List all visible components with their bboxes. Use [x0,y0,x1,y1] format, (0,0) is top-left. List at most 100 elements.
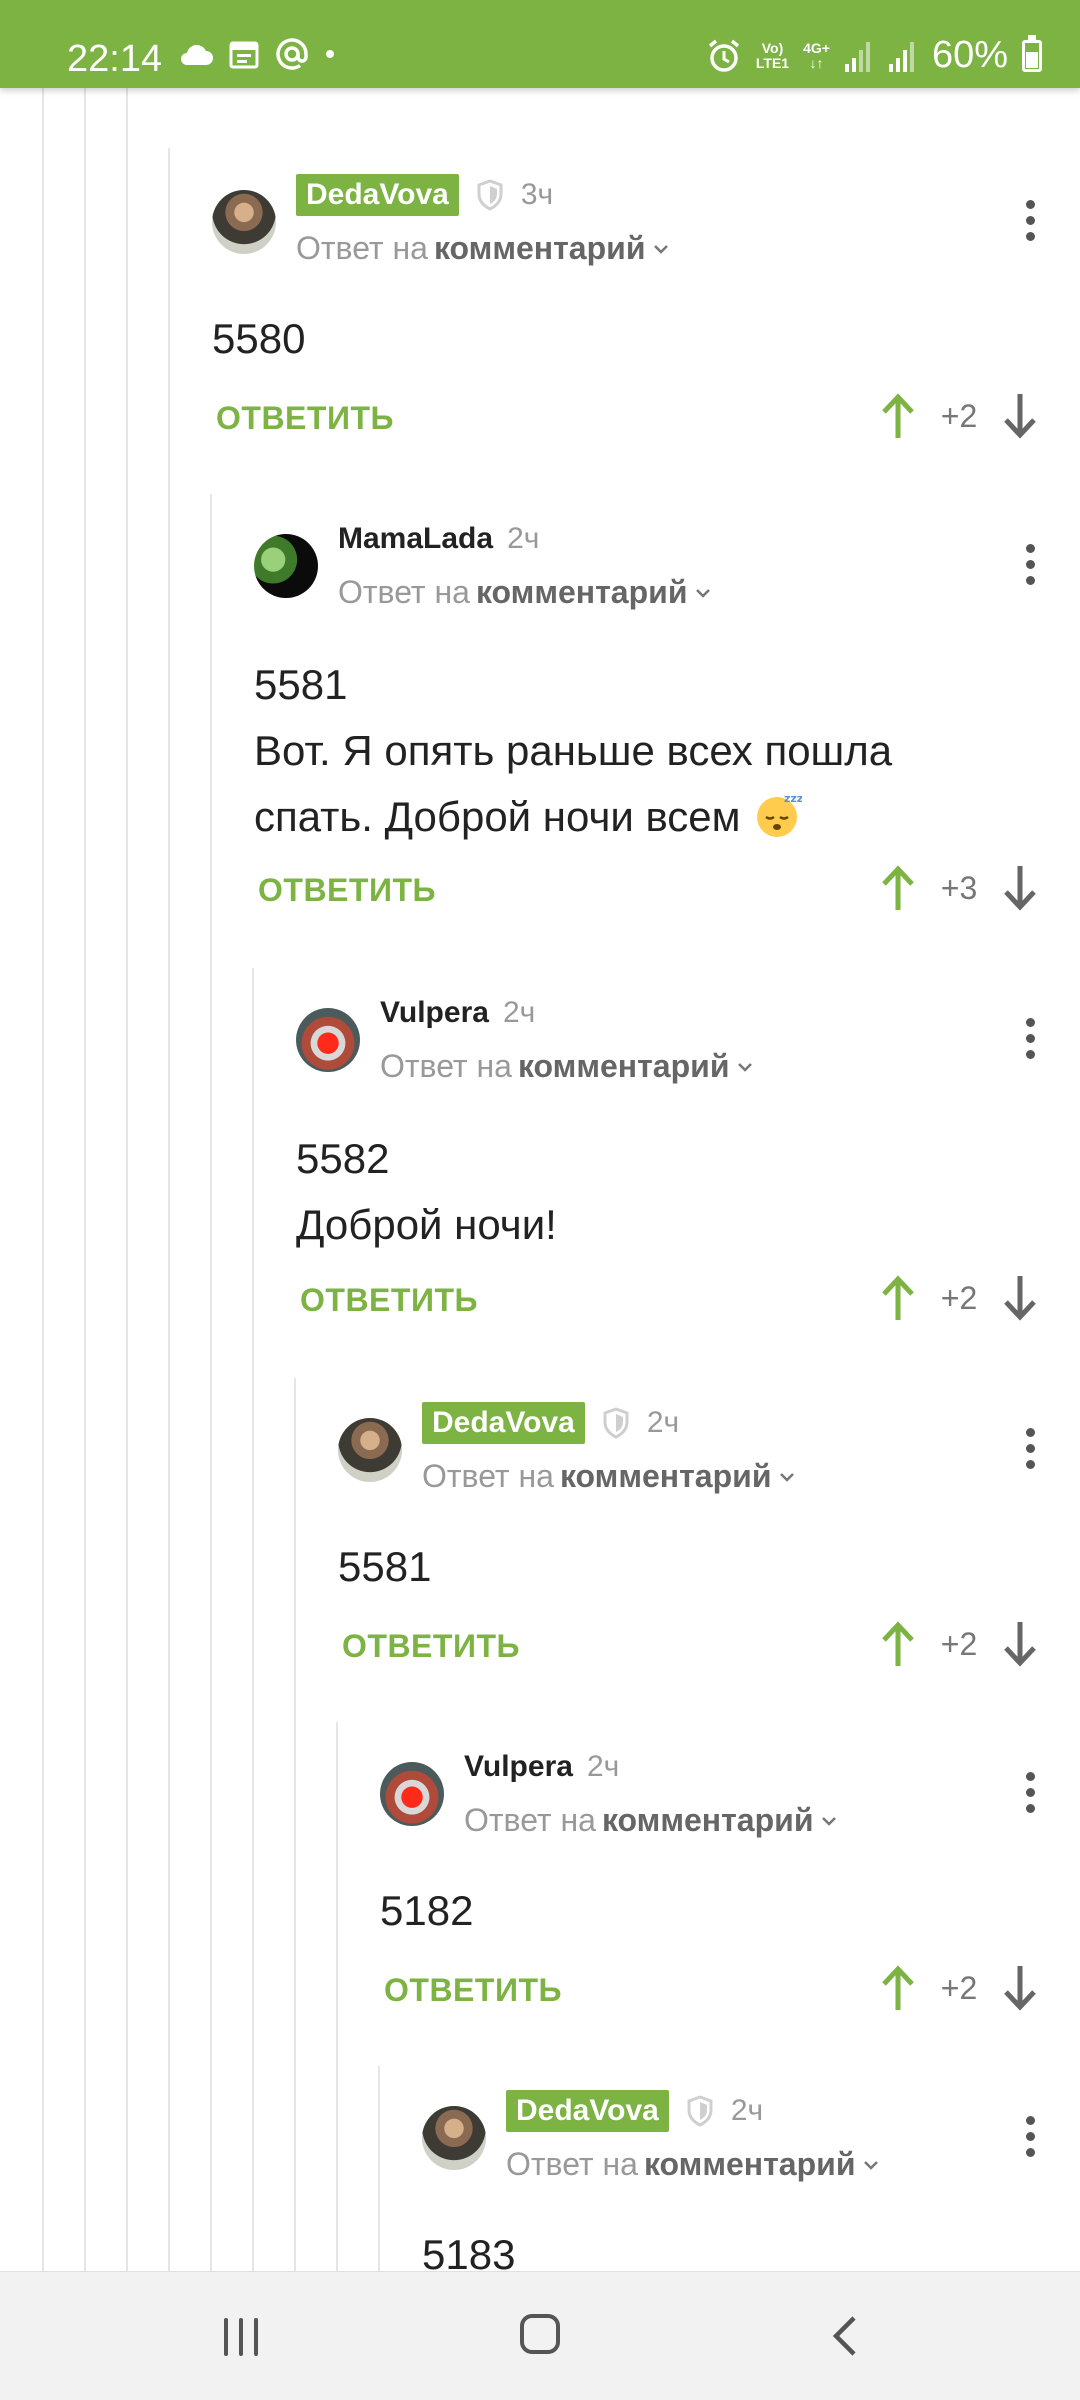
comment-header: DedaVova 3ч [296,172,553,218]
author-name[interactable]: DedaVova [422,1402,585,1444]
author-name[interactable]: DedaVova [296,174,459,216]
shield-icon [687,2095,713,2127]
author-name[interactable]: Vulpera [464,1750,573,1784]
signal-icon-2 [888,41,914,72]
upvote-arrow-icon[interactable] [878,1274,918,1322]
avatar[interactable] [380,1762,444,1826]
comment-header: Vulpera 2ч [380,990,535,1036]
score: +2 [940,1279,978,1316]
avatar[interactable] [338,1418,402,1482]
reply-to-link[interactable]: Ответ на комментарий [338,574,713,611]
back-icon[interactable] [826,2314,866,2358]
reply-to-link[interactable]: Ответ на комментарий [380,1048,755,1085]
comment-body: 5581 Вот. Я опять раньше всех пошла спат… [254,661,893,840]
home-button[interactable] [520,2314,560,2354]
upvote-arrow-icon[interactable] [878,1620,918,1668]
score: +2 [940,1625,978,1662]
reply-button[interactable]: ОТВЕТИТЬ [258,872,436,909]
more-options-icon[interactable] [1020,1018,1040,1068]
author-name[interactable]: DedaVova [506,2090,669,2132]
chevron-down-icon [696,588,711,598]
vote-controls: +2 [878,1620,1040,1668]
battery-icon [1022,34,1042,72]
reply-button[interactable]: ОТВЕТИТЬ [342,1628,520,1665]
thread-line [42,88,44,2272]
network-type: 4G+ ↓↑ [803,39,830,71]
comment-header: DedaVova 2ч [506,2088,763,2134]
comment-age: 2ч [586,1750,620,1783]
score: +2 [940,397,978,434]
downvote-arrow-icon[interactable] [1000,1964,1040,2012]
calendar-icon [229,41,259,69]
comment: Vulpera 2ч Ответ на комментарий 5582 Доб… [296,990,1080,1350]
comment-actions: ОТВЕТИТЬ +2 [212,390,1080,450]
comment-age: 3ч [520,178,554,211]
score: +3 [940,869,978,906]
more-options-icon[interactable] [1020,1772,1040,1822]
thread-line [294,1378,296,2272]
comment-header: MamaLada 2ч [338,516,539,562]
clock: 22:14 [67,38,163,80]
shield-icon [603,1407,629,1439]
thread-line [336,1722,338,2272]
more-options-icon[interactable] [1020,1428,1040,1478]
reply-to-link[interactable]: Ответ на комментарий [506,2146,881,2183]
avatar[interactable] [212,190,276,254]
chevron-down-icon [822,1816,837,1826]
dot-icon [326,50,334,58]
reply-to-link[interactable]: Ответ на комментарий [422,1458,797,1495]
comment: MamaLada 2ч Ответ на комментарий 5581 Во… [254,516,1080,936]
score: +2 [940,1969,978,2006]
avatar[interactable] [254,534,318,598]
downvote-arrow-icon[interactable] [1000,1274,1040,1322]
comment: DedaVova 3ч Ответ на комментарий 5580 ОТ… [212,172,1080,472]
comment-body: 5581 [338,1543,432,1590]
comment-age: 2ч [730,2094,764,2127]
upvote-arrow-icon[interactable] [878,392,918,440]
comment-age: 2ч [507,522,540,555]
downvote-arrow-icon[interactable] [1000,1620,1040,1668]
battery-percent: 60% [931,34,1008,76]
avatar[interactable] [422,2106,486,2170]
status-bar: 22:14 Vo) LTE1 4G+ ↓↑ 60% [0,0,1080,88]
reply-to-link[interactable]: Ответ на комментарий [296,230,671,267]
author-name[interactable]: Vulpera [380,996,489,1030]
svg-text:zzz: zzz [784,792,802,805]
thread-line [126,88,128,2272]
cloud-icon [181,44,213,65]
author-name[interactable]: MamaLada [338,522,493,556]
thread-line [168,148,170,2272]
avatar[interactable] [296,1008,360,1072]
comment: Vulpera 2ч Ответ на комментарий 5182 ОТВ… [380,1744,1080,2044]
reply-button[interactable]: ОТВЕТИТЬ [384,1972,562,2009]
recent-apps-button[interactable] [224,2318,258,2356]
more-options-icon[interactable] [1020,544,1040,594]
notification-icons [178,36,336,72]
chevron-down-icon [654,244,669,254]
volte-indicator: Vo) LTE1 [755,39,790,71]
comment-actions: ОТВЕТИТЬ +3 [254,862,1080,922]
more-options-icon[interactable] [1020,200,1040,250]
comment: DedaVova 2ч Ответ на комментарий 5183 [422,2088,1080,2272]
upvote-arrow-icon[interactable] [878,864,918,912]
more-options-icon[interactable] [1020,2116,1040,2166]
comment-age: 2ч [502,996,536,1029]
at-icon [276,38,308,70]
reply-button[interactable]: ОТВЕТИТЬ [300,1282,478,1319]
reply-button[interactable]: ОТВЕТИТЬ [216,400,394,437]
shield-icon [477,179,503,211]
chevron-down-icon [780,1472,795,1482]
downvote-arrow-icon[interactable] [1000,392,1040,440]
system-icons: Vo) LTE1 4G+ ↓↑ 60% [706,34,1042,77]
comment: DedaVova 2ч Ответ на комментарий 5581 ОТ… [338,1400,1080,1700]
comment-actions: ОТВЕТИТЬ +2 [338,1618,1080,1678]
upvote-arrow-icon[interactable] [878,1964,918,2012]
downvote-arrow-icon[interactable] [1000,864,1040,912]
reply-to-link[interactable]: Ответ на комментарий [464,1802,839,1839]
chevron-down-icon [864,2160,879,2170]
thread-line [84,88,86,2272]
comment-body: 5582 Доброй ночи! [296,1135,557,1248]
comment-header: Vulpera 2ч [464,1744,619,1790]
comment-actions: ОТВЕТИТЬ +2 [380,1962,1080,2022]
comment-body: 5580 [212,315,306,362]
